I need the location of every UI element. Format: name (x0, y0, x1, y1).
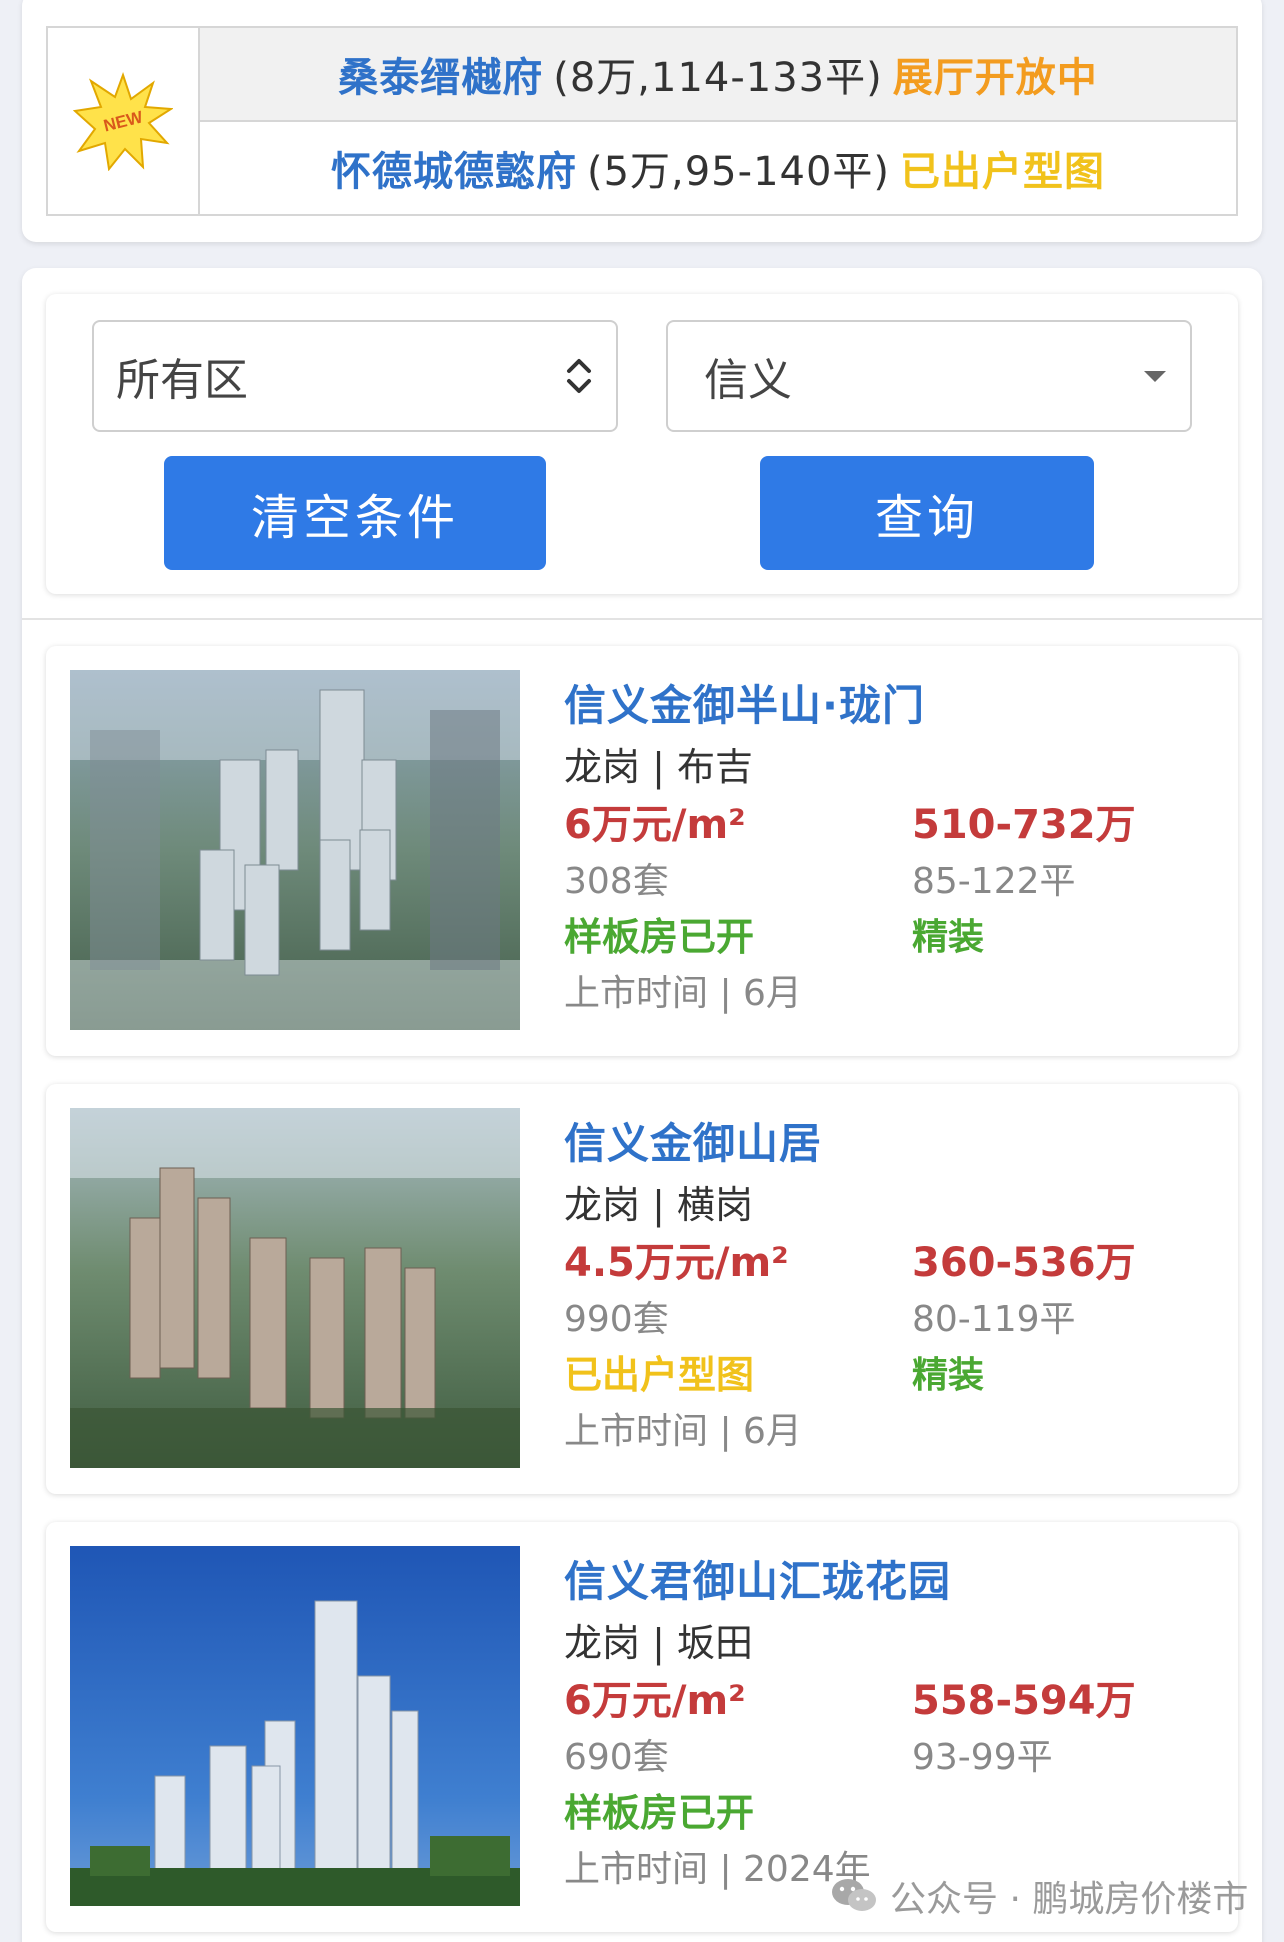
listing-area: 80-119平 (912, 1299, 1076, 1340)
new-starburst-icon: NEW (73, 71, 173, 171)
announcement-project-name[interactable]: 怀德城德懿府 (331, 139, 577, 197)
listing-image[interactable] (70, 1546, 520, 1906)
listing-name[interactable]: 信义金御山居 (564, 1110, 822, 1171)
listing-decoration: 精装 (912, 1355, 985, 1396)
listing-status-tag: 样板房已开 (564, 1791, 755, 1835)
query-button[interactable]: 查询 (760, 456, 1094, 570)
listing-location: 龙岗 | 布吉 (564, 745, 753, 789)
listing-image[interactable] (70, 1108, 520, 1468)
listing-image[interactable] (70, 670, 520, 1030)
listing-total-price: 558-594万 (912, 1678, 1136, 1724)
listing-name[interactable]: 信义君御山汇珑花园 (564, 1548, 951, 1609)
listing-unit-price: 4.5万元/m² (564, 1240, 789, 1286)
listing-units: 990套 (564, 1299, 669, 1340)
announcement-detail: (8万,114-133平) (553, 55, 883, 101)
listing-card[interactable]: 信义金御半山·珑门 龙岗 | 布吉 6万元/m² 510-732万 308套 8… (46, 646, 1238, 1056)
filter-card: 所有区 信义 清空条件 查询 (46, 294, 1238, 594)
tower-render-image (70, 1546, 520, 1906)
clear-filters-button[interactable]: 清空条件 (164, 456, 546, 570)
announcement-card: NEW 桑泰缙樾府 (8万,114-133平) 展厅开放中 怀德城德懿府 (5万… (22, 0, 1262, 242)
announcement-box: NEW 桑泰缙樾府 (8万,114-133平) 展厅开放中 怀德城德懿府 (5万… (46, 26, 1238, 216)
announcement-rows: 桑泰缙樾府 (8万,114-133平) 展厅开放中 怀德城德懿府 (5万,95-… (200, 28, 1236, 214)
listing-units: 690套 (564, 1737, 669, 1778)
up-down-chevron-icon (567, 359, 591, 393)
announcement-status: 已出户型图 (900, 149, 1106, 195)
watermark-text: 公众号 · 鹏城房价楼市 (890, 1879, 1249, 1920)
new-badge: NEW (48, 28, 200, 214)
announcement-detail: (5万,95-140平) (586, 149, 891, 195)
listing-area: 93-99平 (912, 1737, 1053, 1778)
announcement-row[interactable]: 怀德城德懿府 (5万,95-140平) 已出户型图 (200, 122, 1236, 214)
listing-status-tag: 样板房已开 (564, 915, 755, 959)
watermark: 公众号 · 鹏城房价楼市 (830, 1870, 1248, 1922)
district-select-value: 所有区 (116, 355, 248, 406)
aerial-render-image (70, 670, 520, 1030)
announcement-status: 展厅开放中 (892, 55, 1098, 101)
listing-card[interactable]: 信义金御山居 龙岗 | 横岗 4.5万元/m² 360-536万 990套 80… (46, 1084, 1238, 1494)
listing-name[interactable]: 信义金御半山·珑门 (564, 672, 925, 733)
listing-location: 龙岗 | 横岗 (564, 1183, 753, 1227)
listing-location: 龙岗 | 坂田 (564, 1621, 753, 1665)
listing-total-price: 510-732万 (912, 802, 1136, 848)
aerial-render-image (70, 1108, 520, 1468)
wechat-icon (832, 1879, 876, 1911)
listing-total-price: 360-536万 (912, 1240, 1136, 1286)
main-panel: 所有区 信义 清空条件 查询 信义金御半山·珑门 龙岗 | 布吉 6万元/m² … (22, 268, 1262, 1942)
district-select[interactable]: 所有区 (92, 320, 618, 432)
listing-launch-time: 上市时间 | 6月 (564, 973, 802, 1014)
announcement-project-name[interactable]: 桑泰缙樾府 (338, 45, 543, 103)
listing-units: 308套 (564, 861, 669, 902)
listing-status-tag: 已出户型图 (564, 1353, 755, 1397)
developer-select[interactable]: 信义 (666, 320, 1192, 432)
listing-launch-time: 上市时间 | 6月 (564, 1411, 802, 1452)
announcement-row[interactable]: 桑泰缙樾府 (8万,114-133平) 展厅开放中 (200, 28, 1236, 122)
developer-select-value: 信义 (704, 355, 792, 406)
caret-down-icon (1144, 371, 1166, 382)
listing-decoration: 精装 (912, 917, 985, 958)
divider (22, 618, 1262, 620)
listing-unit-price: 6万元/m² (564, 1678, 746, 1724)
listing-area: 85-122平 (912, 861, 1076, 902)
listing-launch-time: 上市时间 | 2024年 (564, 1849, 871, 1890)
listing-unit-price: 6万元/m² (564, 802, 746, 848)
